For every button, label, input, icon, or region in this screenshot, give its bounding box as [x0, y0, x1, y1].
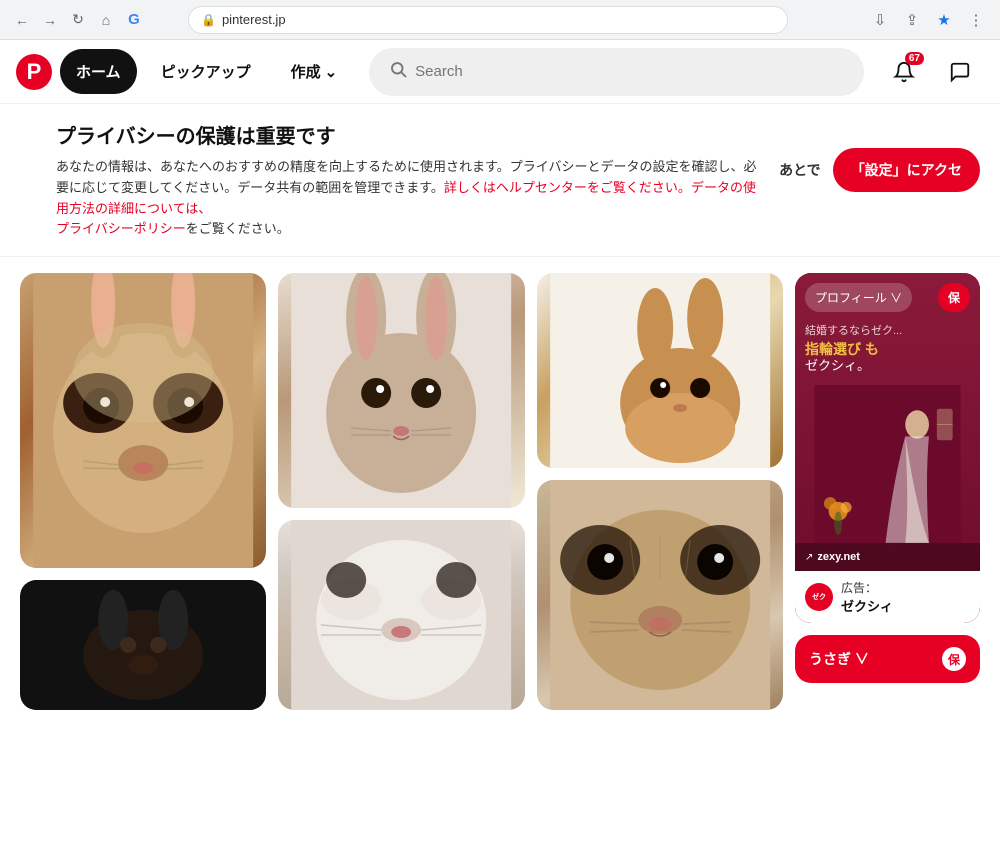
browser-actions: ⇩ ⇪ ★ ⋮ [868, 8, 988, 32]
message-button[interactable] [936, 48, 984, 96]
ad-card-zexy[interactable]: プロフィール ∨ 保 結婚するならゼク... 指輪選び も ゼクシィ。 [795, 273, 980, 623]
save-icon: 保 [942, 647, 966, 671]
profile-dropdown[interactable]: プロフィール ∨ [805, 283, 912, 312]
help-center-link[interactable]: 詳しくはヘルプセンターをご覧ください。 [444, 180, 691, 195]
ad-text-overlay: 結婚するならゼク... 指輪選び も ゼクシィ。 [795, 312, 980, 385]
pin-column-1 [20, 273, 266, 827]
ad-save-button[interactable]: 保 [938, 283, 970, 312]
ad-info-advertiser-label: 広告： [841, 579, 893, 596]
ad-text-sub: ゼクシィ。 [805, 358, 970, 375]
google-logo: G [124, 10, 144, 30]
pin-card-6[interactable] [20, 580, 266, 710]
chevron-down-icon: ⌄ [325, 63, 338, 81]
pin-card-3[interactable] [537, 273, 783, 468]
privacy-body: あなたの情報は、あなたへのおすすめの精度を向上するために使用されます。プライバシ… [56, 157, 763, 240]
ad-top-bar: プロフィール ∨ 保 [795, 273, 980, 312]
profile-label: プロフィール ∨ [815, 289, 902, 306]
home-button[interactable]: ⌂ [96, 10, 116, 30]
pin-column-3 [537, 273, 783, 827]
ad-info-advertiser-name: ゼクシィ [841, 596, 893, 615]
pin-card-1[interactable] [20, 273, 266, 568]
pins-area: プロフィール ∨ 保 結婚するならゼク... 指輪選び も ゼクシィ。 [0, 257, 1000, 843]
header-actions: 67 [880, 48, 984, 96]
search-icon [389, 60, 407, 83]
notification-badge: 67 [905, 52, 924, 65]
pinterest-header: P ホーム ピックアップ 作成 ⌄ 67 [0, 40, 1000, 104]
back-button[interactable]: ← [12, 10, 32, 30]
search-bar[interactable] [369, 48, 864, 96]
notification-button[interactable]: 67 [880, 48, 928, 96]
privacy-text-block: プライバシーの保護は重要です あなたの情報は、あなたへのおすすめの精度を向上する… [56, 120, 763, 240]
address-bar[interactable]: 🔒 pinterest.jp [188, 6, 788, 34]
search-input[interactable] [415, 63, 844, 80]
privacy-actions: あとで 「設定」にアクセ [779, 120, 980, 192]
pin-card-2[interactable] [278, 273, 524, 508]
settings-cta-button[interactable]: 「設定」にアクセ [833, 148, 980, 192]
ad-link-bar[interactable]: ↗ zexy.net [795, 543, 980, 571]
later-label: あとで [779, 160, 821, 180]
menu-icon[interactable]: ⋮ [964, 8, 988, 32]
pinterest-logo[interactable]: P [16, 54, 52, 90]
category-label: うさぎ ∨ [809, 649, 869, 669]
download-icon[interactable]: ⇩ [868, 8, 892, 32]
nav-pickup-button[interactable]: ピックアップ [145, 49, 267, 94]
forward-button[interactable]: → [40, 10, 60, 30]
browser-chrome: ← → ↻ ⌂ G 🔒 pinterest.jp ⇩ ⇪ ★ ⋮ [0, 0, 1000, 40]
privacy-policy-link[interactable]: プライバシーポリシー [56, 221, 186, 236]
ad-sidebar: プロフィール ∨ 保 結婚するならゼク... 指輪選び も ゼクシィ。 [795, 273, 980, 827]
refresh-button[interactable]: ↻ [68, 10, 88, 30]
external-link-icon: ↗ [805, 552, 813, 563]
ad-subtitle: 結婚するならゼク... [805, 322, 970, 338]
pin-card-5[interactable] [537, 480, 783, 710]
share-icon[interactable]: ⇪ [900, 8, 924, 32]
zexy-logo: ゼク [805, 583, 833, 611]
category-card-rabbit[interactable]: うさぎ ∨ 保 [795, 635, 980, 683]
privacy-banner: プライバシーの保護は重要です あなたの情報は、あなたへのおすすめの精度を向上する… [0, 104, 1000, 257]
bookmark-icon[interactable]: ★ [932, 8, 956, 32]
ad-text-main: 指輪選び も [805, 340, 970, 358]
url-text: pinterest.jp [222, 12, 286, 27]
logo-letter: P [27, 59, 42, 85]
pin-column-2 [278, 273, 524, 827]
lock-icon: 🔒 [201, 13, 216, 27]
privacy-title: プライバシーの保護は重要です [56, 120, 763, 149]
nav-create-button[interactable]: 作成 ⌄ [275, 49, 354, 94]
ad-link-text: zexy.net [817, 551, 860, 563]
nav-home-button[interactable]: ホーム [60, 49, 137, 94]
pin-card-4[interactable] [278, 520, 524, 710]
ad-image-area [795, 385, 980, 543]
ad-info-bar: ゼク 広告： ゼクシィ [795, 571, 980, 623]
